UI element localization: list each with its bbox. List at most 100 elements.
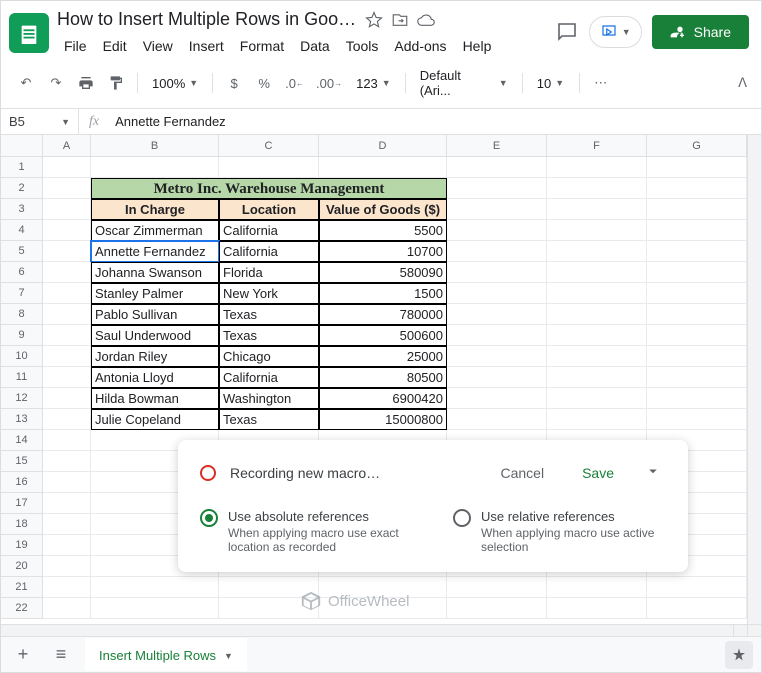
cell[interactable] xyxy=(547,325,647,346)
cell[interactable] xyxy=(43,367,91,388)
cancel-button[interactable]: Cancel xyxy=(488,459,556,487)
cell[interactable]: 580090 xyxy=(319,262,447,283)
cell[interactable] xyxy=(447,304,547,325)
cell[interactable] xyxy=(547,241,647,262)
cell[interactable] xyxy=(647,388,747,409)
cell[interactable] xyxy=(91,157,219,178)
cell[interactable] xyxy=(447,388,547,409)
cell[interactable] xyxy=(91,577,219,598)
cell[interactable]: 6900420 xyxy=(319,388,447,409)
table-header[interactable]: Location xyxy=(219,199,319,220)
menu-data[interactable]: Data xyxy=(293,34,337,58)
col-header-c[interactable]: C xyxy=(219,135,319,156)
cell[interactable] xyxy=(43,514,91,535)
menu-view[interactable]: View xyxy=(136,34,180,58)
cell[interactable] xyxy=(447,262,547,283)
cell[interactable] xyxy=(547,304,647,325)
menu-format[interactable]: Format xyxy=(233,34,291,58)
cell[interactable] xyxy=(43,451,91,472)
cell[interactable]: Hilda Bowman xyxy=(91,388,219,409)
cell[interactable] xyxy=(647,241,747,262)
cell[interactable] xyxy=(43,556,91,577)
cell[interactable] xyxy=(547,178,647,199)
cell[interactable] xyxy=(43,346,91,367)
cell[interactable]: California xyxy=(219,241,319,262)
row-header[interactable]: 10 xyxy=(1,346,42,367)
cell[interactable] xyxy=(43,178,91,199)
zoom-select[interactable]: 100%▼ xyxy=(146,72,204,95)
font-size-select[interactable]: 10▼ xyxy=(531,72,571,95)
row-header[interactable]: 1 xyxy=(1,157,42,178)
print-button[interactable] xyxy=(73,70,99,96)
cell[interactable] xyxy=(447,283,547,304)
horizontal-scrollbar[interactable] xyxy=(1,624,761,636)
cell[interactable]: Julie Copeland xyxy=(91,409,219,430)
cell[interactable]: Texas xyxy=(219,409,319,430)
row-header[interactable]: 11 xyxy=(1,367,42,388)
cell[interactable] xyxy=(43,157,91,178)
cell[interactable] xyxy=(647,325,747,346)
redo-button[interactable]: ↷ xyxy=(43,70,69,96)
col-header-d[interactable]: D xyxy=(319,135,447,156)
cell[interactable] xyxy=(43,430,91,451)
col-header-a[interactable]: A xyxy=(43,135,91,156)
cell[interactable] xyxy=(447,325,547,346)
decrease-decimal-button[interactable]: .0← xyxy=(281,70,308,96)
more-toolbar-button[interactable]: ⋯ xyxy=(588,70,614,96)
cell[interactable] xyxy=(43,262,91,283)
radio-unselected-icon[interactable] xyxy=(453,509,471,527)
cell[interactable] xyxy=(647,262,747,283)
cell[interactable] xyxy=(43,283,91,304)
row-header[interactable]: 18 xyxy=(1,514,42,535)
cell[interactable]: 25000 xyxy=(319,346,447,367)
cell[interactable]: New York xyxy=(219,283,319,304)
cell[interactable] xyxy=(547,262,647,283)
cell[interactable] xyxy=(43,388,91,409)
cell[interactable] xyxy=(547,598,647,619)
table-header[interactable]: Value of Goods ($) xyxy=(319,199,447,220)
col-header-f[interactable]: F xyxy=(547,135,647,156)
number-format-select[interactable]: 123▼ xyxy=(350,72,397,95)
row-header[interactable]: 9 xyxy=(1,325,42,346)
menu-file[interactable]: File xyxy=(57,34,94,58)
radio-selected-icon[interactable] xyxy=(200,509,218,527)
percent-button[interactable]: % xyxy=(251,70,277,96)
document-title[interactable]: How to Insert Multiple Rows in Google ..… xyxy=(57,9,357,30)
row-header[interactable]: 19 xyxy=(1,535,42,556)
cell[interactable] xyxy=(91,598,219,619)
cell[interactable]: Pablo Sullivan xyxy=(91,304,219,325)
cell[interactable] xyxy=(43,325,91,346)
cell[interactable]: 80500 xyxy=(319,367,447,388)
menu-help[interactable]: Help xyxy=(456,34,499,58)
name-box[interactable]: B5 ▼ xyxy=(1,109,79,134)
row-header[interactable]: 21 xyxy=(1,577,42,598)
macro-option-absolute[interactable]: Use absolute references When applying ma… xyxy=(200,509,413,554)
row-header[interactable]: 22 xyxy=(1,598,42,619)
cell[interactable]: Florida xyxy=(219,262,319,283)
cell[interactable] xyxy=(43,241,91,262)
cloud-status-icon[interactable] xyxy=(417,11,435,29)
menu-addons[interactable]: Add-ons xyxy=(387,34,453,58)
cell[interactable] xyxy=(547,199,647,220)
cell[interactable] xyxy=(547,577,647,598)
cell[interactable] xyxy=(647,199,747,220)
table-title[interactable]: Metro Inc. Warehouse Management xyxy=(91,178,447,199)
cell[interactable] xyxy=(447,241,547,262)
save-button[interactable]: Save xyxy=(570,459,626,487)
share-button[interactable]: Share xyxy=(652,15,749,49)
cell[interactable]: 500600 xyxy=(319,325,447,346)
row-header[interactable]: 12 xyxy=(1,388,42,409)
cell[interactable] xyxy=(647,598,747,619)
explore-button[interactable] xyxy=(725,641,753,669)
row-header[interactable]: 8 xyxy=(1,304,42,325)
increase-decimal-button[interactable]: .00→ xyxy=(312,70,346,96)
cell[interactable] xyxy=(447,220,547,241)
menu-insert[interactable]: Insert xyxy=(182,34,231,58)
cell[interactable] xyxy=(647,346,747,367)
cell[interactable] xyxy=(647,220,747,241)
menu-tools[interactable]: Tools xyxy=(339,34,386,58)
cell[interactable] xyxy=(447,598,547,619)
vertical-scrollbar[interactable] xyxy=(747,135,761,624)
cell[interactable]: 5500 xyxy=(319,220,447,241)
cell[interactable]: Saul Underwood xyxy=(91,325,219,346)
